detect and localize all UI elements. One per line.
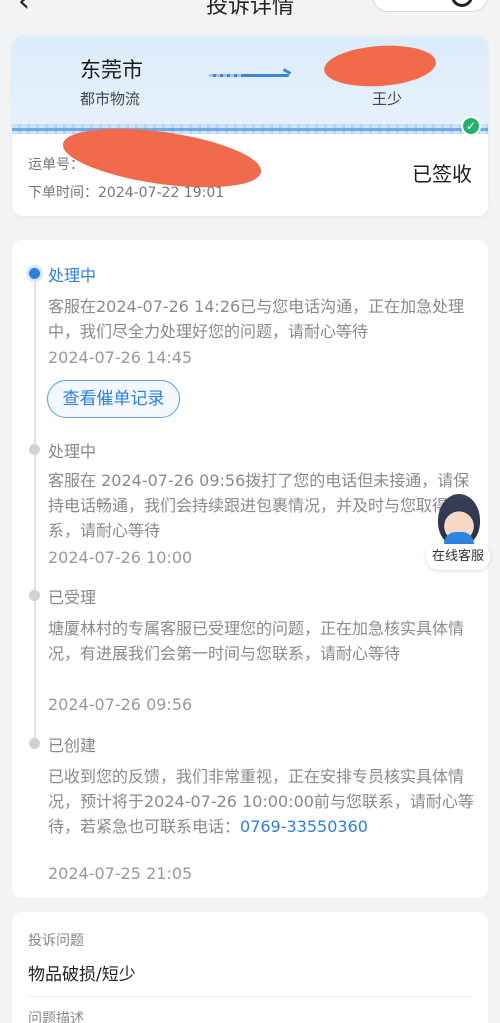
timeline-time: 2024-07-25 21:05 xyxy=(48,864,193,883)
route-header: 东莞市 都市物流 王少 xyxy=(12,36,488,128)
timeline-title: 已创建 xyxy=(48,736,97,755)
from-city: 东莞市 xyxy=(80,58,143,82)
timeline-title: 处理中 xyxy=(48,266,97,285)
timeline-dot xyxy=(29,738,40,749)
timeline-title: 处理中 xyxy=(48,442,97,461)
timeline-description: 客服在2024-07-26 14:26已与您电话沟通，正在加急处理中，我们尽全力… xyxy=(48,297,465,341)
online-service-button[interactable]: 在线客服 xyxy=(426,492,490,572)
timeline-dot xyxy=(29,590,40,601)
timeline-description: 客服在 2024-07-26 09:56拨打了您的电话但未接通，请保持电话畅通，… xyxy=(48,471,470,540)
service-phone-link[interactable]: 0769-33550360 xyxy=(240,817,368,836)
complaint-description-label: 问题描述 xyxy=(28,1011,84,1023)
timeline-time: 2024-07-26 09:56 xyxy=(48,695,193,714)
timeline-title: 已受理 xyxy=(48,588,97,607)
mini-program-capsule[interactable] xyxy=(372,0,488,12)
online-service-label: 在线客服 xyxy=(426,544,490,570)
order-time: 下单时间：2024-07-22 19:01 xyxy=(28,185,225,201)
status-badge: 已签收 xyxy=(412,162,472,186)
timeline-description: 塘厦林村的专属客服已受理您的问题，正在加急核实具体情况，有进展我们会第一时间与您… xyxy=(48,619,465,663)
close-icon[interactable] xyxy=(451,0,473,7)
timeline-time: 2024-07-26 10:00 xyxy=(48,548,193,567)
recipient-name: 王少 xyxy=(372,90,403,108)
timeline-line xyxy=(34,274,36,744)
complaint-issue-value: 物品破损/短少 xyxy=(28,965,136,985)
complaint-issue-label: 投诉问题 xyxy=(28,933,84,949)
view-reminder-records-button[interactable]: 查看催单记录 xyxy=(47,380,180,418)
route-arrow-icon xyxy=(209,74,289,77)
complaint-info-card: 投诉问题 物品破损/短少 问题描述 xyxy=(12,912,488,1023)
redaction-mark xyxy=(322,42,438,90)
timeline-dot-active xyxy=(29,268,40,279)
shipment-card[interactable]: 东莞市 都市物流 王少 ✓ 运单号： 下单时间：2024-07-22 19:01… xyxy=(12,36,488,216)
check-icon: ✓ xyxy=(461,116,481,136)
timeline-description: 已收到您的反馈，我们非常重视，正在安排专员核实具体情况，预计将于2024-07-… xyxy=(48,764,478,839)
divider xyxy=(28,996,472,997)
timeline-card: 处理中 客服在2024-07-26 14:26已与您电话沟通，正在加急处理中，我… xyxy=(12,240,488,898)
top-nav-bar: ‹ 投诉详情 xyxy=(0,0,500,24)
timeline-time: 2024-07-26 14:45 xyxy=(48,348,193,367)
timeline-dot xyxy=(29,444,40,455)
service-avatar-icon xyxy=(438,494,480,546)
from-company: 都市物流 xyxy=(80,90,141,108)
